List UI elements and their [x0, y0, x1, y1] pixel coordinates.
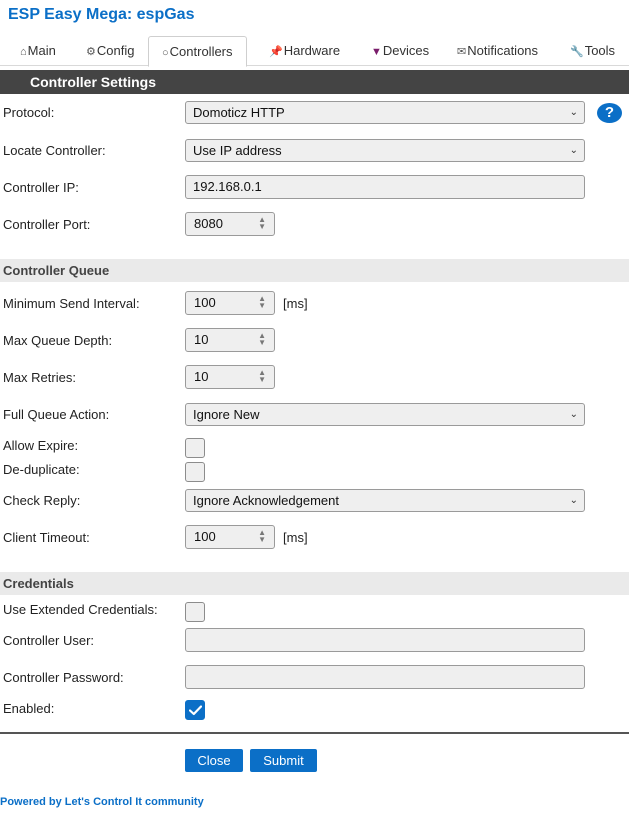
- controller-password-input[interactable]: [185, 665, 585, 689]
- min-send-interval-value: 100: [194, 295, 216, 310]
- deduplicate-checkbox[interactable]: [185, 462, 205, 482]
- controller-password-label: Controller Password:: [3, 670, 124, 685]
- tab-label: Main: [27, 43, 56, 58]
- credentials-header: Credentials: [0, 572, 629, 595]
- full-queue-action-label: Full Queue Action:: [3, 407, 110, 422]
- help-icon[interactable]: ?: [597, 103, 622, 123]
- extended-credentials-label: Use Extended Credentials:: [3, 602, 158, 617]
- tab-config[interactable]: ⚙Config: [86, 36, 134, 66]
- controller-ip-input[interactable]: 192.168.0.1: [185, 175, 585, 199]
- max-queue-depth-value: 10: [194, 332, 209, 347]
- home-icon: ⌂: [20, 46, 27, 58]
- max-retries-label: Max Retries:: [3, 370, 76, 385]
- tab-label: Config: [96, 43, 135, 58]
- tab-controllers[interactable]: ○Controllers: [148, 36, 247, 67]
- min-send-interval-unit: [ms]: [283, 296, 308, 311]
- checkmark-icon: [189, 705, 202, 716]
- check-reply-label: Check Reply:: [3, 493, 81, 508]
- close-button[interactable]: Close: [185, 749, 243, 772]
- tab-main[interactable]: ⌂Main: [20, 36, 56, 66]
- controller-port-input[interactable]: 8080 ▲ ▼: [185, 212, 275, 236]
- max-queue-depth-label: Max Queue Depth:: [3, 333, 113, 348]
- allow-expire-label: Allow Expire:: [3, 438, 79, 453]
- tab-label: Controllers: [169, 44, 233, 59]
- controller-ip-label: Controller IP:: [3, 180, 79, 195]
- protocol-value: Domoticz HTTP: [193, 105, 285, 120]
- client-timeout-unit: [ms]: [283, 530, 308, 545]
- plug-icon: ▼: [371, 46, 382, 58]
- chat-bubble-icon: ○: [162, 47, 169, 59]
- envelope-icon: ✉: [457, 46, 467, 58]
- controller-settings-header: Controller Settings: [0, 70, 629, 94]
- tab-hardware[interactable]: 📌Hardware: [269, 36, 340, 66]
- deduplicate-label: De-duplicate:: [3, 462, 80, 477]
- tab-notifications[interactable]: ✉Notifications: [457, 36, 538, 66]
- tab-label: Devices: [382, 43, 430, 58]
- max-retries-input[interactable]: 10 ▲ ▼: [185, 365, 275, 389]
- spinner-icon[interactable]: ▲ ▼: [258, 216, 266, 231]
- spinner-icon[interactable]: ▲ ▼: [258, 332, 266, 347]
- full-queue-action-select[interactable]: Ignore New ⌄: [185, 403, 585, 426]
- wrench-icon: 🔧: [570, 46, 584, 58]
- spinner-icon[interactable]: ▲ ▼: [258, 529, 266, 544]
- tab-bar: ⌂Main ⚙Config ○Controllers 📌Hardware ▼De…: [0, 36, 629, 67]
- locate-controller-value: Use IP address: [193, 143, 282, 158]
- gear-icon: ⚙: [86, 46, 96, 58]
- controller-port-value: 8080: [194, 216, 223, 231]
- max-queue-depth-input[interactable]: 10 ▲ ▼: [185, 328, 275, 352]
- client-timeout-input[interactable]: 100 ▲ ▼: [185, 525, 275, 549]
- enabled-checkbox[interactable]: [185, 700, 205, 720]
- form-divider: [0, 732, 629, 734]
- submit-button[interactable]: Submit: [250, 749, 317, 772]
- protocol-select[interactable]: Domoticz HTTP ⌄: [185, 101, 585, 124]
- min-send-interval-input[interactable]: 100 ▲ ▼: [185, 291, 275, 315]
- chevron-down-icon: ⌄: [569, 145, 578, 156]
- footer-credit[interactable]: Powered by Let's Control It community: [0, 796, 204, 808]
- tab-devices[interactable]: ▼Devices: [371, 36, 429, 66]
- spinner-icon[interactable]: ▲ ▼: [258, 369, 266, 384]
- check-reply-select[interactable]: Ignore Acknowledgement ⌄: [185, 489, 585, 512]
- tab-tools[interactable]: 🔧Tools: [570, 36, 615, 66]
- tab-label: Tools: [584, 43, 616, 58]
- app-title: ESP Easy Mega: espGas: [8, 6, 195, 23]
- controller-user-input[interactable]: [185, 628, 585, 652]
- client-timeout-label: Client Timeout:: [3, 530, 90, 545]
- controller-port-label: Controller Port:: [3, 217, 91, 232]
- check-reply-value: Ignore Acknowledgement: [193, 493, 339, 508]
- protocol-label: Protocol:: [3, 105, 55, 120]
- tab-label: Hardware: [283, 43, 341, 58]
- chevron-down-icon: ⌄: [569, 495, 578, 506]
- chevron-down-icon: ⌄: [569, 107, 578, 118]
- allow-expire-checkbox[interactable]: [185, 438, 205, 458]
- spinner-icon[interactable]: ▲ ▼: [258, 295, 266, 310]
- locate-controller-select[interactable]: Use IP address ⌄: [185, 139, 585, 162]
- full-queue-action-value: Ignore New: [193, 407, 260, 422]
- tab-label: Notifications: [467, 43, 539, 58]
- controller-user-label: Controller User:: [3, 633, 95, 648]
- extended-credentials-checkbox[interactable]: [185, 602, 205, 622]
- locate-controller-label: Locate Controller:: [3, 143, 106, 158]
- enabled-label: Enabled:: [3, 701, 55, 716]
- max-retries-value: 10: [194, 369, 209, 384]
- min-send-interval-label: Minimum Send Interval:: [3, 296, 140, 311]
- pushpin-icon: 📌: [269, 46, 283, 58]
- controller-queue-header: Controller Queue: [0, 259, 629, 282]
- chevron-down-icon: ⌄: [569, 409, 578, 420]
- client-timeout-value: 100: [194, 529, 216, 544]
